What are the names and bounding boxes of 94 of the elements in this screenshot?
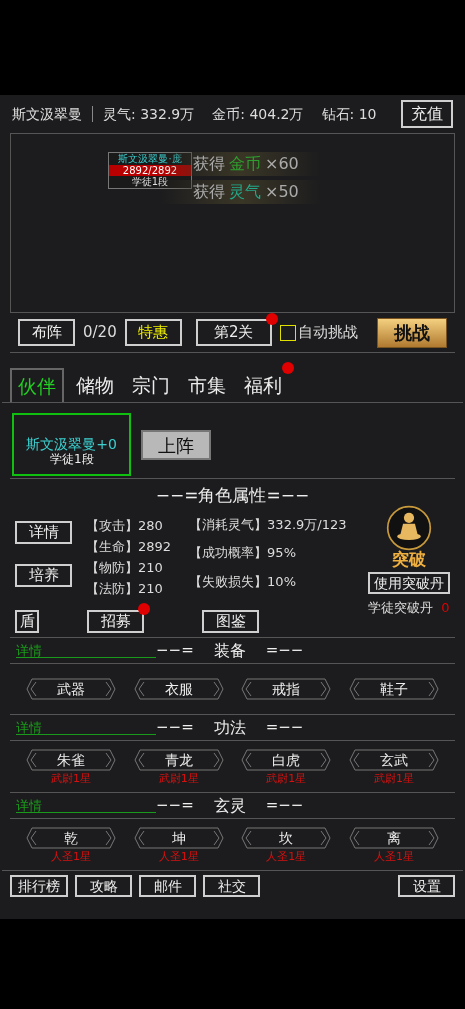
grade-label: 人圣1星 <box>51 851 91 862</box>
unit-name: 斯文汲翠曼·庞 <box>117 153 183 165</box>
slot-button[interactable]: 乾 <box>26 827 116 849</box>
menu-button[interactable]: 邮件 <box>139 875 196 897</box>
slot-frame-icon <box>133 749 224 771</box>
attribute-button[interactable]: 培养 <box>15 563 72 587</box>
section-divider-right: =−− <box>265 795 304 817</box>
slot-frame-icon <box>26 749 116 771</box>
slot-frame-icon <box>241 749 332 771</box>
slot-frame-icon <box>348 827 439 849</box>
slot-frame-icon <box>133 827 224 849</box>
resource-label: 钻石: 10 <box>321 104 377 124</box>
hp-bar: 2892/2892 <box>109 165 191 176</box>
section-divider-right: =−− <box>265 640 304 662</box>
menu-button[interactable]: 攻略 <box>75 875 132 897</box>
slot-button[interactable]: 鞋子 <box>348 678 439 700</box>
slot-button[interactable]: 坎 <box>241 827 332 849</box>
pill-label: 学徒突破丹 <box>368 598 434 617</box>
attribute-button[interactable]: 详情 <box>15 520 72 544</box>
section-divider-left: −−= <box>156 640 194 662</box>
slot-frame-icon <box>133 678 224 700</box>
stat-label: 【物防】210 <box>86 558 164 577</box>
slot-frame-icon <box>26 827 116 849</box>
grade-label: 武尉1星 <box>266 773 307 784</box>
resource-label: 金币: 404.2万 <box>212 104 304 124</box>
slot-frame-icon <box>348 678 439 700</box>
slot-button[interactable]: 白虎 <box>241 749 332 771</box>
slot-button[interactable]: 朱雀 <box>26 749 116 771</box>
tab[interactable]: 伙伴 <box>10 368 64 402</box>
unit-rank: 学徒1段 <box>130 176 170 188</box>
reward-amount: ×60 <box>265 153 299 175</box>
slot-button[interactable]: 武器 <box>26 678 116 700</box>
recharge-button[interactable]: 充值 <box>401 100 453 128</box>
reward-item: 金币 <box>229 153 261 175</box>
menu-button[interactable]: 排行榜 <box>10 875 68 897</box>
slot-frame-icon <box>26 678 116 700</box>
slot-frame-icon <box>241 827 332 849</box>
stat-label: 【失败损失】10% <box>189 572 297 591</box>
tab[interactable]: 福利 <box>238 368 288 402</box>
section-title: 装备 <box>213 639 246 662</box>
breakthrough-label: 突破 <box>392 550 426 568</box>
details-link[interactable]: 详情 <box>16 798 156 813</box>
reward-item: 灵气 <box>229 181 261 203</box>
use-pill-button[interactable]: 使用突破丹 <box>368 571 450 594</box>
pill-count: 0 <box>441 598 450 617</box>
formation-button[interactable]: 布阵 <box>18 319 75 346</box>
slot-frame-icon <box>241 678 332 700</box>
auto-challenge-checkbox[interactable]: 自动挑战 <box>279 321 358 344</box>
slot-button[interactable]: 衣服 <box>133 678 224 700</box>
grade-label: 武尉1星 <box>51 773 91 784</box>
section-title: 功法 <box>213 716 246 739</box>
section-divider-left: −−= <box>156 717 194 739</box>
stat-label: 【攻击】280 <box>86 516 164 535</box>
deploy-button[interactable]: 上阵 <box>141 429 211 460</box>
reward-text: 获得 <box>193 153 225 175</box>
grade-label: 人圣1星 <box>266 851 307 862</box>
grade-label: 武尉1星 <box>373 773 414 784</box>
grade-label: 人圣1星 <box>158 851 199 862</box>
meditating-figure-icon <box>386 504 432 551</box>
tab[interactable]: 宗门 <box>126 368 176 402</box>
section-divider-right: =−− <box>265 717 304 739</box>
partner-rank: 学徒1段 <box>50 451 94 468</box>
settings-button[interactable]: 设置 <box>398 875 455 897</box>
formation-count: 0/20 <box>83 322 117 344</box>
action-button[interactable]: 招募 <box>87 610 144 633</box>
stat-label: 【法防】210 <box>86 579 164 598</box>
stage-button[interactable]: 第2关 <box>195 319 272 346</box>
grade-label: 人圣1星 <box>373 851 414 862</box>
stat-label: 【消耗灵气】332.9万/123 <box>189 515 347 534</box>
deal-button[interactable]: 特惠 <box>124 319 182 346</box>
menu-button[interactable]: 社交 <box>203 875 260 897</box>
section-title: 玄灵 <box>213 794 246 817</box>
details-link[interactable]: 详情 <box>16 643 156 658</box>
action-button[interactable]: 盾 <box>15 610 39 633</box>
details-link[interactable]: 详情 <box>16 720 156 735</box>
player-name: 斯文汲翠曼 <box>12 104 82 124</box>
action-button[interactable]: 图鉴 <box>202 610 259 633</box>
grade-label: 武尉1星 <box>158 773 199 784</box>
section-title: −−=角色属性=−− <box>155 484 310 507</box>
slot-button[interactable]: 离 <box>348 827 439 849</box>
tab[interactable]: 市集 <box>182 368 232 402</box>
challenge-button[interactable]: 挑战 <box>377 317 447 348</box>
reward-text: 获得 <box>193 181 225 203</box>
section-divider-left: −−= <box>156 795 194 817</box>
reward-amount: ×50 <box>265 181 299 203</box>
tab[interactable]: 储物 <box>70 368 120 402</box>
resource-label: 灵气: 332.9万 <box>103 104 195 124</box>
stat-label: 【成功概率】95% <box>189 544 297 562</box>
stat-label: 【生命】2892 <box>86 537 172 556</box>
slot-frame-icon <box>348 749 439 771</box>
slot-button[interactable]: 坤 <box>133 827 224 849</box>
slot-button[interactable]: 玄武 <box>348 749 439 771</box>
slot-button[interactable]: 戒指 <box>241 678 332 700</box>
slot-button[interactable]: 青龙 <box>133 749 224 771</box>
